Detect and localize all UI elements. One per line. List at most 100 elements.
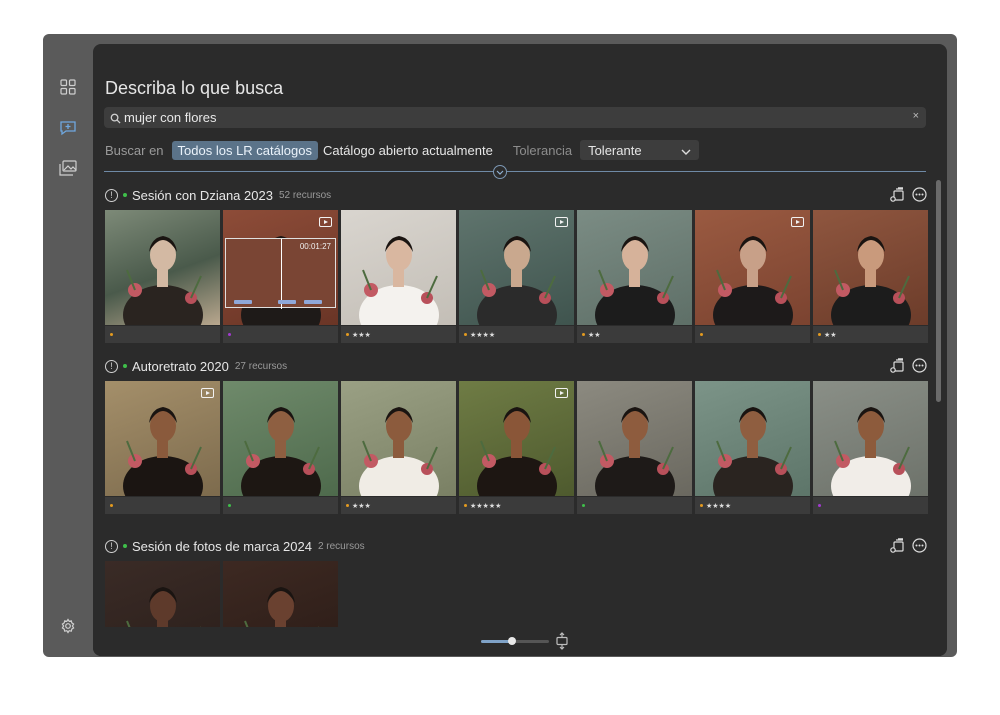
photo-meta-bar (577, 497, 692, 514)
collapse-toggle-icon[interactable] (493, 165, 507, 179)
more-options-icon[interactable] (911, 537, 927, 553)
color-label-dot (346, 504, 349, 507)
tolerance-label: Tolerancia (512, 142, 573, 158)
divider (104, 171, 926, 172)
gear-icon[interactable] (58, 616, 78, 636)
star-rating: ★★ (824, 331, 837, 339)
clip-marker (234, 300, 252, 304)
left-rail (43, 34, 93, 657)
more-options-icon[interactable] (911, 357, 927, 373)
color-label-dot (464, 504, 467, 507)
section-title: Sesión con Dziana 2023 (132, 187, 273, 203)
search-input[interactable] (124, 107, 904, 128)
section-title: Autoretrato 2020 (132, 358, 229, 374)
color-label-dot (228, 333, 231, 336)
star-rating: ★★ (588, 331, 601, 339)
color-label-dot (582, 333, 585, 336)
photo-meta-bar: ★★★★ (695, 497, 810, 514)
photo-thumbnail (341, 210, 456, 325)
app-window: Describa lo que busca × Buscar en Todos … (43, 34, 957, 657)
scope-option-all-catalogs[interactable]: Todos los LR catálogos (171, 140, 318, 160)
info-icon[interactable]: ! (105, 539, 118, 553)
video-badge-icon (555, 388, 568, 398)
search-bar: × (104, 107, 926, 128)
color-label-dot (346, 333, 349, 336)
status-dot (123, 544, 127, 548)
photo-thumbnail (695, 210, 810, 325)
photo-meta-bar: ★★★ (341, 497, 456, 514)
playhead[interactable] (281, 239, 282, 309)
star-rating: ★★★ (352, 331, 371, 339)
collection-icon[interactable] (889, 537, 905, 553)
collection-icon[interactable] (889, 186, 905, 202)
clip-marker (304, 300, 322, 304)
video-duration: 00:01:27 (299, 242, 331, 251)
section-count: 27 recursos (234, 360, 288, 372)
scope-option-current-catalog[interactable]: Catálogo abierto actualmente (323, 143, 493, 158)
photo-meta-bar (223, 326, 338, 343)
color-label-dot (110, 504, 113, 507)
photo-meta-bar: ★★★ (341, 326, 456, 343)
photo-thumbnail (459, 210, 574, 325)
video-badge-icon (201, 388, 214, 398)
photo-thumbnail (813, 381, 928, 496)
color-label-dot (700, 504, 703, 507)
star-rating: ★★★ (352, 502, 371, 510)
color-label-dot (228, 504, 231, 507)
photo-meta-bar: ★★★★ (459, 326, 574, 343)
scrollbar[interactable] (936, 180, 941, 402)
color-label-dot (818, 504, 821, 507)
photo-meta-bar (695, 326, 810, 343)
grid-icon[interactable] (58, 77, 78, 97)
photo-thumbnail (341, 381, 456, 496)
bottom-toolbar (93, 627, 947, 656)
video-badge-icon (555, 217, 568, 227)
search-panel: Describa lo que busca × Buscar en Todos … (93, 44, 947, 656)
color-label-dot (700, 333, 703, 336)
photo-meta-bar (105, 326, 220, 343)
photo-thumbnail (105, 381, 220, 496)
photo-thumbnail (695, 381, 810, 496)
photos-icon[interactable] (58, 158, 78, 178)
fit-height-icon[interactable] (555, 632, 569, 650)
clip-marker (278, 300, 296, 304)
thumbnail-size-slider[interactable] (481, 637, 549, 645)
video-scrub-preview[interactable]: 00:01:27 (225, 238, 336, 309)
photo-meta-bar (105, 497, 220, 514)
video-badge-icon (319, 217, 332, 227)
color-label-dot (110, 333, 113, 336)
star-rating: ★★★★★ (470, 502, 502, 510)
color-label-dot (464, 333, 467, 336)
photo-meta-bar: ★★ (577, 326, 692, 343)
status-dot (123, 364, 127, 368)
slider-knob[interactable] (507, 637, 516, 645)
page-title: Describa lo que busca (105, 78, 284, 98)
section-header: ! Sesión de fotos de marca 2024 2 recurs… (105, 537, 927, 554)
more-options-icon[interactable] (911, 186, 927, 202)
color-label-dot (582, 504, 585, 507)
photo-thumbnail (223, 381, 338, 496)
chevron-down-icon (681, 143, 691, 158)
clear-search-button[interactable]: × (913, 110, 919, 122)
photo-meta-bar: ★★★★★ (459, 497, 574, 514)
photo-thumbnail (577, 210, 692, 325)
search-icon (110, 111, 121, 129)
tolerance-select[interactable]: Tolerante (580, 140, 700, 160)
search-chat-icon[interactable] (58, 118, 78, 138)
photo-meta-bar: ★★ (813, 326, 928, 343)
section-header: ! Autoretrato 2020 27 recursos (105, 357, 927, 374)
scope-label: Buscar en (105, 142, 164, 158)
photo-meta-bar (223, 497, 338, 514)
star-rating: ★★★★ (470, 331, 496, 339)
info-icon[interactable]: ! (105, 188, 118, 202)
section-count: 52 recursos (278, 189, 332, 201)
photo-thumbnail (105, 210, 220, 325)
section-header: ! Sesión con Dziana 2023 52 recursos (105, 186, 927, 203)
collection-icon[interactable] (889, 357, 905, 373)
photo-thumbnail (813, 210, 928, 325)
tolerance-value: Tolerante (588, 142, 642, 158)
info-icon[interactable]: ! (105, 359, 118, 373)
photo-thumbnail (577, 381, 692, 496)
photo-thumbnail (459, 381, 574, 496)
section-count: 2 recursos (317, 540, 365, 552)
